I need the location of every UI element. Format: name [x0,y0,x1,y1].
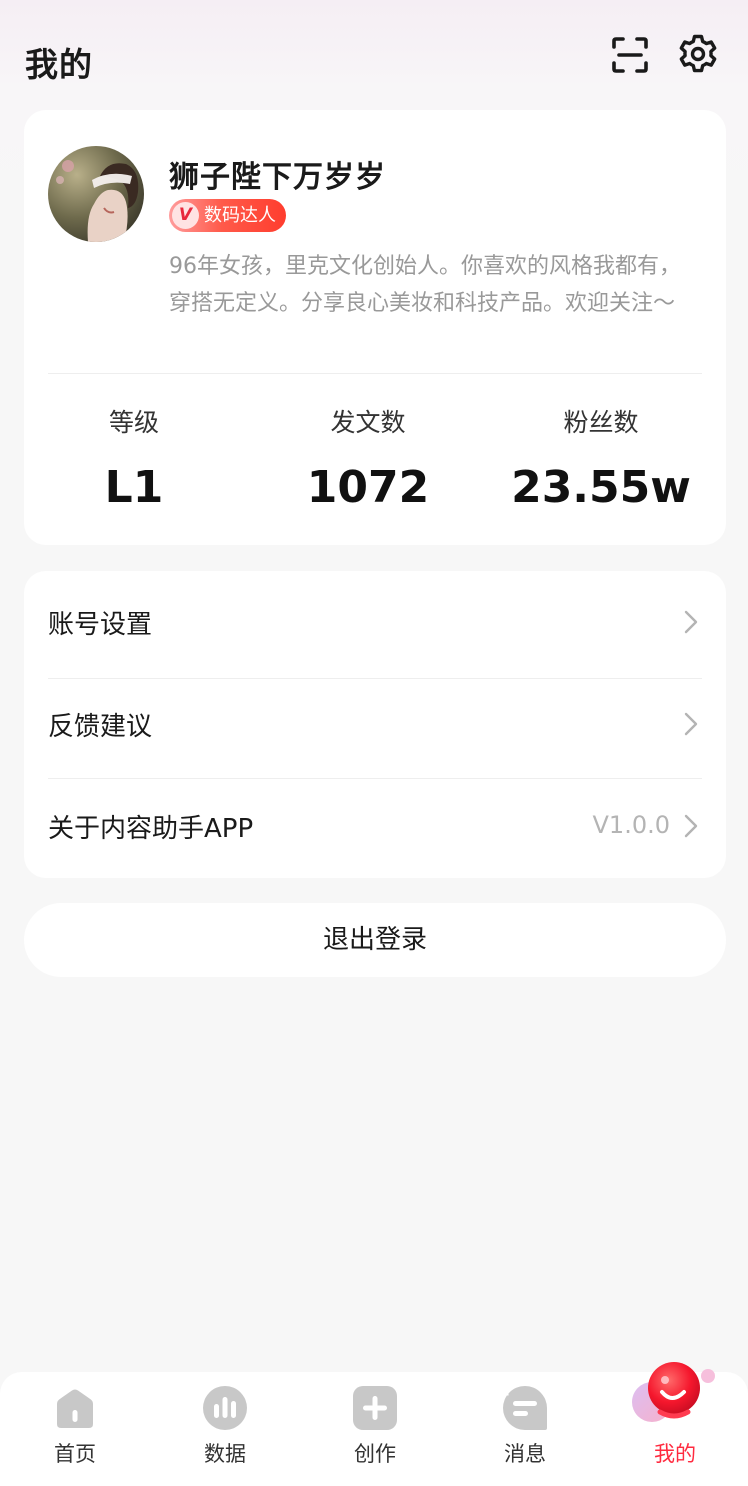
stat-posts[interactable]: 发文数 1072 [258,405,478,513]
home-icon [57,1389,93,1428]
avatar-image [48,146,144,242]
avatar[interactable] [48,146,144,242]
menu-item-label: 关于内容助手APP [48,814,254,844]
profile-page: 我的 狮子陛下万岁岁 V 数码达人 96年女孩，里克文化创始人。你喜欢的风格我都… [0,0,748,1486]
menu-item-label: 反馈建议 [48,712,153,742]
nav-label: 创作 [354,1442,396,1466]
certification-badge: V 数码达人 [169,199,286,232]
create-icon [353,1386,397,1430]
stat-value: 23.55w [511,462,691,513]
settings-button[interactable] [676,32,720,76]
data-icon [203,1386,247,1430]
nav-label: 消息 [504,1442,546,1466]
scan-button[interactable] [608,33,652,77]
menu-item-about-app[interactable]: 关于内容助手APP V1.0.0 [24,775,726,876]
nav-item-home[interactable]: 首页 [0,1372,150,1486]
app-version: V1.0.0 [592,811,670,839]
stat-label: 发文数 [330,408,406,437]
menu-item-label: 账号设置 [48,610,153,640]
header: 我的 [0,0,748,110]
logout-button[interactable]: 退出登录 [24,903,726,977]
stat-followers[interactable]: 粉丝数 23.55w [491,405,711,513]
menu-item-account-settings[interactable]: 账号设置 [24,571,726,672]
stat-label: 粉丝数 [563,408,639,437]
verified-v-icon: V [172,202,199,229]
chevron-right-icon [684,712,698,736]
stat-value: L1 [104,462,164,513]
nav-label: 我的 [654,1442,696,1466]
nav-label: 首页 [54,1442,96,1466]
stat-value: 1072 [306,462,430,513]
badge-label: 数码达人 [204,205,276,226]
nav-item-messages[interactable]: 消息 [450,1372,600,1486]
scan-icon [612,37,648,73]
nav-item-create[interactable]: 创作 [300,1372,450,1486]
profile-card: 狮子陛下万岁岁 V 数码达人 96年女孩，里克文化创始人。你喜欢的风格我都有，穿… [24,110,726,545]
stat-level: 等级 L1 [24,405,244,513]
nav-label: 数据 [204,1442,246,1466]
nav-item-data[interactable]: 数据 [150,1372,300,1486]
menu-item-feedback[interactable]: 反馈建议 [24,673,726,774]
username: 狮子陛下万岁岁 [169,160,386,195]
gear-icon [679,34,717,73]
page-title: 我的 [25,45,93,84]
message-icon [503,1386,547,1430]
chevron-right-icon [684,814,698,838]
menu-card: 账号设置 反馈建议 关于内容助手APP V1.0.0 [24,571,726,878]
nav-item-profile[interactable]: 我的 [600,1362,748,1486]
chevron-right-icon [684,610,698,634]
bio: 96年女孩，里克文化创始人。你喜欢的风格我都有，穿搭无定义。分享良心美妆和科技产… [169,254,681,316]
divider [48,373,702,374]
stat-label: 等级 [108,408,159,437]
profile-icon [632,1362,715,1422]
bottom-nav: 首页 数据 创作 消息 我的 [0,1362,748,1486]
